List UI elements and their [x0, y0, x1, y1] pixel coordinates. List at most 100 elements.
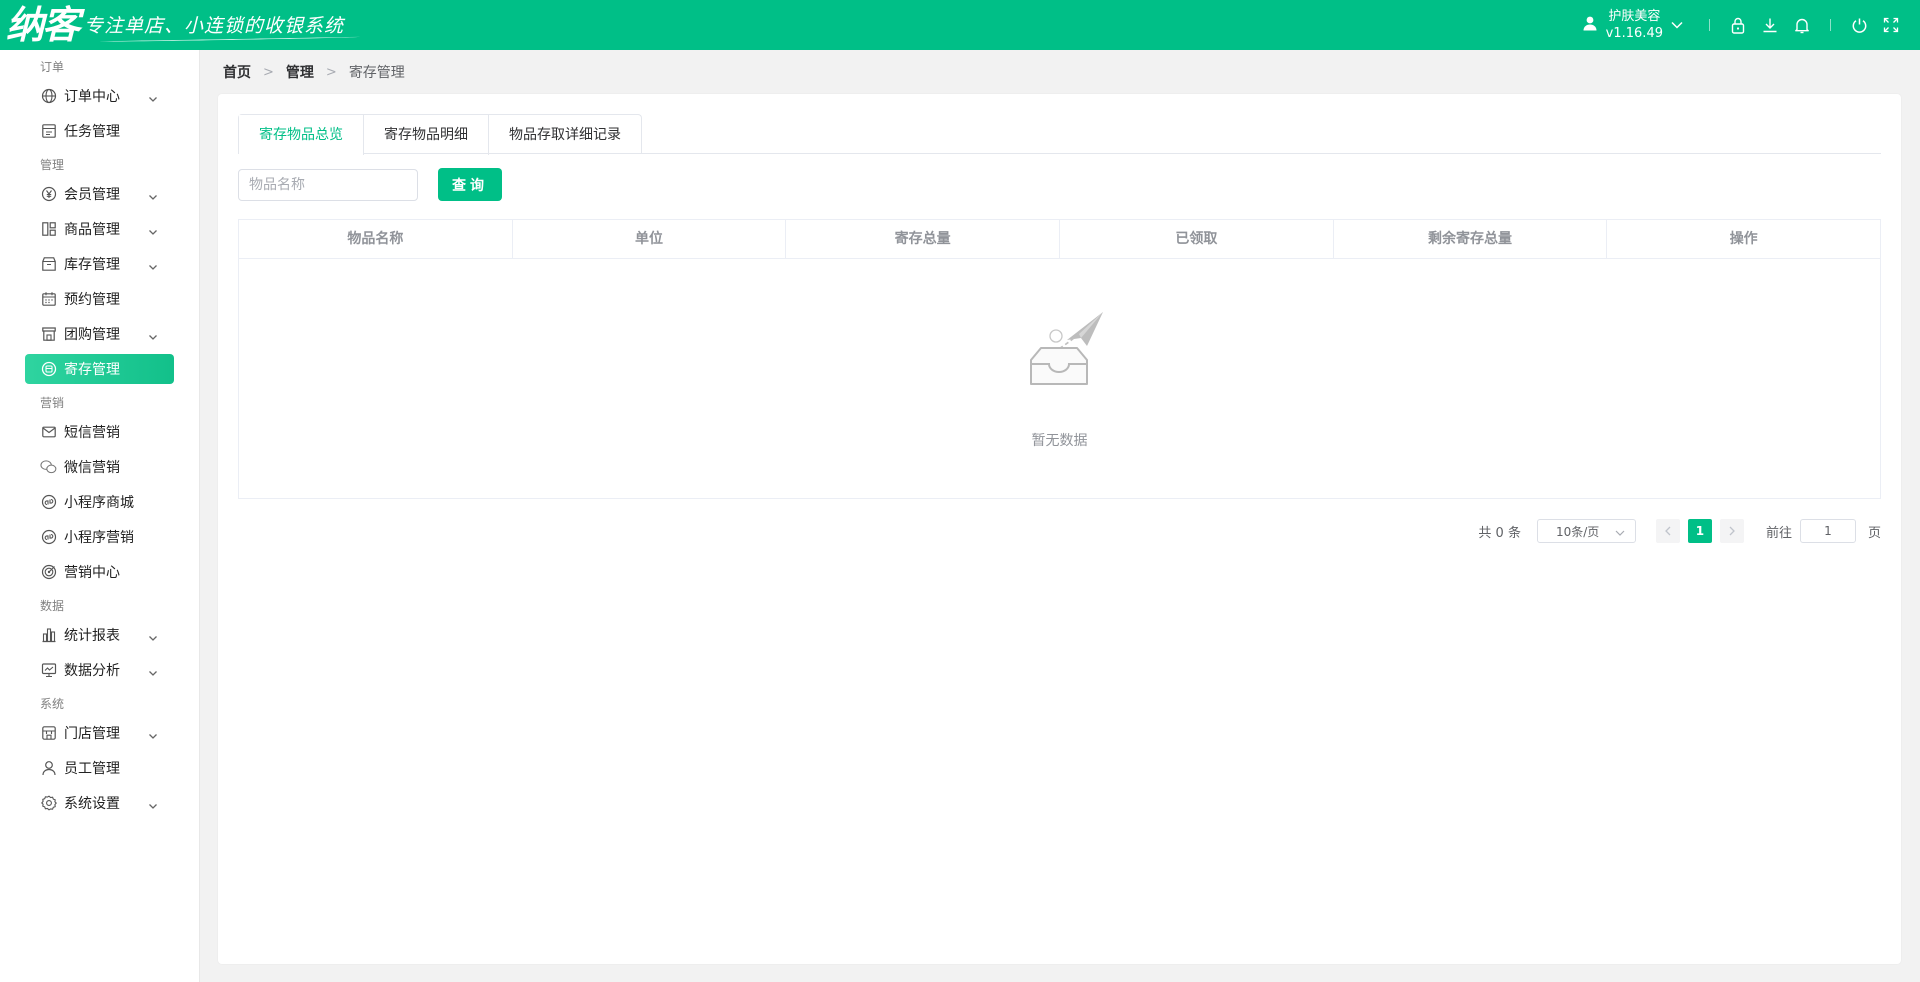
- page-size-select[interactable]: 10条/页: [1536, 519, 1636, 543]
- sidebar-group-title: 订单: [40, 60, 65, 74]
- wechat-icon: [40, 458, 57, 475]
- breadcrumb-manage[interactable]: 管理: [286, 62, 314, 82]
- miniapp-icon: [40, 493, 57, 510]
- sidebar-item-groupbuy[interactable]: 团购管理: [0, 316, 199, 351]
- column-header: 剩余寄存总量: [1332, 220, 1607, 258]
- tab-access-records[interactable]: 物品存取详细记录: [488, 115, 641, 155]
- chevron-down-icon: [1671, 17, 1683, 33]
- sidebar-item-label: 系统设置: [64, 795, 120, 812]
- page-number-current[interactable]: 1: [1687, 519, 1712, 543]
- column-header: 操作: [1606, 220, 1880, 258]
- fullscreen-icon[interactable]: [1880, 14, 1902, 36]
- grid-icon: [40, 220, 57, 237]
- monitor-icon: [40, 661, 57, 678]
- sidebar-group-title: 管理: [40, 158, 65, 172]
- sidebar-item-label: 会员管理: [64, 186, 120, 203]
- breadcrumb-home[interactable]: 首页: [223, 62, 251, 82]
- sidebar-item-goods[interactable]: 商品管理: [0, 211, 199, 246]
- next-page-button[interactable]: [1719, 519, 1744, 543]
- sidebar-item-wechat-marketing[interactable]: 微信营销: [0, 449, 199, 484]
- column-header: 物品名称: [347, 231, 404, 247]
- chevron-left-icon: [1665, 526, 1671, 536]
- sidebar-item-analytics[interactable]: 数据分析: [0, 652, 199, 687]
- sidebar-group-title: 系统: [40, 697, 65, 711]
- chevron-down-icon: [148, 665, 158, 681]
- prev-page-button[interactable]: [1655, 519, 1680, 543]
- power-icon[interactable]: [1848, 14, 1870, 36]
- chevron-right-icon: >: [263, 64, 274, 80]
- deposit-table: 物品名称 单位 寄存总量 已领取 剩余寄存总量 操作 暂无数据: [238, 219, 1881, 499]
- sidebar-item-settings[interactable]: 系统设置: [0, 785, 199, 820]
- header-actions: 护肤美容 v1.16.49: [1582, 0, 1920, 50]
- page-suffix: 页: [1867, 525, 1881, 541]
- column-header: 寄存总量: [785, 220, 1059, 258]
- sidebar-item-label: 团购管理: [64, 326, 120, 343]
- sidebar-item-label: 员工管理: [64, 760, 120, 777]
- sidebar-item-label: 营销中心: [64, 564, 120, 581]
- empty-state: 暂无数据: [239, 260, 1880, 499]
- content-card: 寄存物品总览 寄存物品明细 物品存取详细记录 查询 物品名称 单位 寄存总量 已…: [218, 94, 1901, 964]
- pagination: 共 0 条 10条/页 1 前往 页: [1478, 519, 1881, 543]
- user-menu[interactable]: 护肤美容 v1.16.49: [1582, 8, 1683, 42]
- task-icon: [40, 122, 57, 139]
- bell-icon[interactable]: [1791, 14, 1813, 36]
- download-icon[interactable]: [1759, 14, 1781, 36]
- sidebar-item-miniapp-mall[interactable]: 小程序商城: [0, 484, 199, 519]
- yen-icon: [40, 185, 57, 202]
- sidebar-item-staff[interactable]: 员工管理: [0, 750, 199, 785]
- sidebar-group-title: 营销: [40, 396, 65, 410]
- user-info: 护肤美容 v1.16.49: [1606, 8, 1663, 42]
- mail-icon: [40, 423, 57, 440]
- sidebar-group-title: 数据: [40, 599, 65, 613]
- sidebar-item-label: 寄存管理: [64, 362, 120, 378]
- sidebar-item-appointment[interactable]: 预约管理: [0, 281, 199, 316]
- sidebar-item-label: 任务管理: [64, 123, 120, 140]
- sidebar-item-label: 统计报表: [64, 627, 120, 644]
- tab-deposit-overview[interactable]: 寄存物品总览: [239, 115, 363, 156]
- breadcrumb: 首页 > 管理 > 寄存管理: [223, 62, 405, 82]
- sidebar-item-store[interactable]: 门店管理: [0, 715, 199, 750]
- chevron-down-icon: [148, 91, 158, 107]
- page-size-value: 10条/页: [1555, 524, 1600, 539]
- miniapp-icon: [40, 528, 57, 545]
- sidebar-item-inventory[interactable]: 库存管理: [0, 246, 199, 281]
- user-icon: [1582, 15, 1598, 35]
- empty-inbox-icon: [1019, 298, 1109, 402]
- chevron-down-icon: [148, 224, 158, 240]
- sidebar-item-miniapp-marketing[interactable]: 小程序营销: [0, 519, 199, 554]
- sidebar-item-label: 小程序营销: [64, 529, 134, 546]
- query-button[interactable]: 查询: [438, 168, 502, 201]
- chevron-right-icon: >: [325, 64, 337, 80]
- bar-chart-icon: [40, 626, 57, 643]
- sidebar-item-reports[interactable]: 统计报表: [0, 617, 199, 652]
- empty-text: 暂无数据: [1031, 433, 1088, 449]
- sidebar-item-deposit[interactable]: 寄存管理: [25, 354, 174, 384]
- logo-slogan: 专注单店、小连锁的收银系统: [84, 15, 345, 37]
- shop-icon: [40, 325, 57, 342]
- sidebar-item-sms-marketing[interactable]: 短信营销: [0, 414, 199, 449]
- chevron-down-icon: [148, 798, 158, 814]
- lock-icon[interactable]: [1727, 14, 1749, 36]
- calendar-icon: [40, 290, 57, 307]
- sidebar-item-label: 库存管理: [64, 256, 120, 273]
- tab-deposit-details[interactable]: 寄存物品明细: [363, 115, 488, 155]
- goto-label: 前往: [1765, 525, 1792, 541]
- sidebar-item-label: 微信营销: [64, 459, 120, 476]
- sidebar-item-marketing-center[interactable]: 营销中心: [0, 554, 199, 589]
- top-header: 纳客 专注单店、小连锁的收银系统 护肤美容 v1.16.49: [0, 0, 1920, 50]
- box-icon: [40, 255, 57, 272]
- column-header: 已领取: [1059, 220, 1333, 258]
- column-header: 单位: [511, 220, 786, 258]
- breadcrumb-current: 寄存管理: [348, 65, 405, 81]
- sidebar-item-member[interactable]: 会员管理: [0, 176, 199, 211]
- sidebar-item-label: 订单中心: [64, 88, 120, 105]
- total-count: 共 0 条: [1478, 525, 1521, 541]
- sidebar-item-order-center[interactable]: 订单中心: [0, 78, 199, 113]
- chevron-down-icon: [148, 259, 158, 275]
- divider: [1709, 19, 1710, 31]
- goto-page-input[interactable]: [1799, 519, 1856, 543]
- chevron-right-icon: [1729, 526, 1735, 536]
- item-name-search-input[interactable]: [238, 169, 418, 201]
- sidebar-item-task[interactable]: 任务管理: [0, 113, 199, 148]
- store-icon: [40, 724, 57, 741]
